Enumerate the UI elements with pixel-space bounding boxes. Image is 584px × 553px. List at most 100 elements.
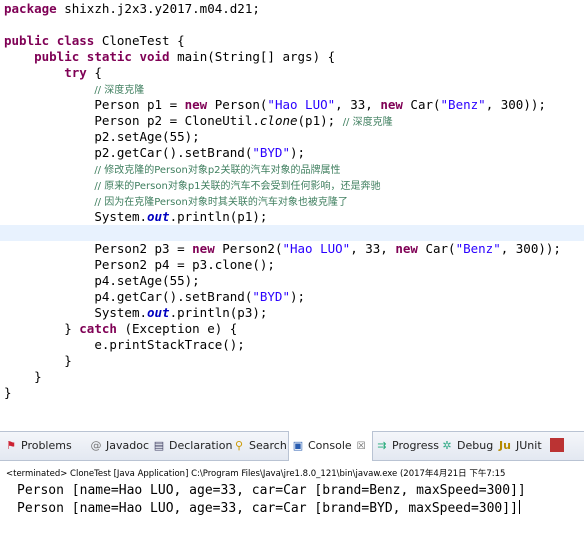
tab-progress[interactable]: ⇉ Progress — [375, 432, 439, 460]
code-line-brace: } — [4, 385, 12, 401]
tab-label: Declaration — [169, 439, 233, 452]
code-line-println-p3: System.out.println(p3); — [4, 305, 267, 321]
code-line-setbrand: p2.getCar().setBrand("BYD"); — [4, 145, 305, 161]
code-line-main-decl: public static void main(String[] args) { — [4, 49, 335, 65]
keyword: catch — [79, 321, 117, 336]
code-text: e.printStackTrace(); — [94, 337, 245, 352]
tab-search[interactable]: ⚲ Search — [232, 432, 287, 460]
code-text: Person( — [207, 97, 268, 112]
keyword: void — [139, 49, 170, 64]
progress-icon: ⇉ — [377, 439, 387, 452]
code-line-comment: // 因为在克隆Person对象时其关联的汽车对象也被克隆了 — [4, 193, 348, 209]
code-line-stacktrace: e.printStackTrace(); — [4, 337, 245, 353]
static-field: out — [147, 209, 170, 224]
code-text: } — [64, 321, 80, 336]
code-line-setage: p4.setAge(55); — [4, 273, 200, 289]
code-text: .println(p1); — [169, 209, 268, 224]
tab-console[interactable]: ▣ Console ☒ — [288, 431, 373, 461]
code-line-setbrand: p4.getCar().setBrand("BYD"); — [4, 289, 305, 305]
keyword: package — [4, 1, 57, 16]
code-line-p4: Person2 p4 = p3.clone(); — [4, 257, 275, 273]
code-comment: // 原来的Person对象p1关联的汽车不会受到任何影响，还是奔驰 — [94, 181, 381, 192]
code-line-comment: // 深度克隆 — [4, 81, 144, 97]
code-comment: // 因为在克隆Person对象时其关联的汽车对象也被克隆了 — [94, 197, 348, 208]
code-comment: // 深度克隆 — [342, 117, 393, 128]
tab-label: Console — [308, 439, 352, 452]
code-text: System. — [94, 305, 147, 320]
console-icon: ▣ — [292, 439, 304, 452]
code-line-brace: } — [4, 353, 72, 369]
overflow-tabs-icon[interactable] — [550, 432, 564, 460]
tab-debug[interactable]: ✲ Debug — [440, 432, 493, 460]
code-text: { — [86, 65, 102, 80]
code-text: , 33, — [335, 97, 381, 112]
code-comment: // 深度克隆 — [94, 85, 145, 96]
tab-label: Progress — [392, 439, 439, 452]
keyword: public — [34, 49, 80, 64]
code-text: Person2 p3 = — [94, 241, 193, 256]
code-text: ); — [290, 145, 306, 160]
code-text: .println(p3); — [169, 305, 268, 320]
code-line-brace: } — [4, 369, 42, 385]
tab-label: Problems — [21, 439, 72, 452]
view-tab-bar: ⚑ Problems @ Javadoc ▤ Declaration ⚲ Search … — [0, 431, 584, 461]
tab-junit[interactable]: Ju JUnit — [497, 432, 542, 460]
string-literal: "Hao LUO" — [282, 241, 351, 256]
tab-label: JUnit — [516, 439, 542, 452]
debug-icon: ✲ — [442, 439, 452, 452]
static-method: clone — [259, 113, 298, 128]
console-output-text: Person [name=Hao LUO, age=33, car=Car [b… — [17, 501, 518, 516]
code-line-comment: // 修改克隆的Person对象p2关联的汽车对象的品牌属性 — [4, 161, 340, 177]
code-text: Person p1 = — [94, 97, 185, 112]
javadoc-icon: @ — [90, 439, 102, 452]
problems-icon: ⚑ — [6, 439, 16, 452]
search-icon: ⚲ — [234, 439, 244, 452]
code-line-comment: // 原来的Person对象p1关联的汽车不会受到任何影响，还是奔驰 — [4, 177, 381, 193]
tab-label: Debug — [457, 439, 494, 452]
keyword: new — [395, 241, 418, 256]
code-text: p4.setAge(55); — [94, 273, 200, 288]
close-icon[interactable]: ☒ — [357, 441, 366, 452]
tab-declaration[interactable]: ▤ Declaration — [152, 432, 233, 460]
declaration-icon: ▤ — [153, 439, 165, 452]
code-text: (p1); — [297, 113, 343, 128]
keyword: new — [380, 97, 403, 112]
code-text: Car( — [417, 241, 456, 256]
tab-javadoc[interactable]: @ Javadoc — [89, 432, 150, 460]
code-editor[interactable]: package shixzh.j2x3.y2017.m04.d21; publi… — [0, 0, 584, 420]
code-text: System. — [94, 209, 147, 224]
keyword: try — [64, 65, 87, 80]
code-text: (Exception e) { — [116, 321, 238, 336]
code-line-catch: } catch (Exception e) { — [4, 321, 237, 337]
code-line-try: try { — [4, 65, 102, 81]
console-output-line: Person [name=Hao LUO, age=33, car=Car [b… — [17, 483, 526, 498]
code-line-p1: Person p1 = new Person("Hao LUO", 33, ne… — [4, 97, 546, 113]
tab-problems[interactable]: ⚑ Problems — [4, 432, 72, 460]
string-literal: "Benz" — [440, 97, 486, 112]
code-text: p2.setAge(55); — [94, 129, 200, 144]
string-literal: "BYD" — [252, 289, 290, 304]
string-literal: "Benz" — [455, 241, 501, 256]
code-text: , 300)); — [500, 241, 561, 256]
keyword: static — [86, 49, 132, 64]
code-text: } — [34, 369, 42, 384]
code-text: p2.getCar().setBrand( — [94, 145, 253, 160]
junit-icon: Ju — [499, 439, 511, 452]
text-cursor — [518, 500, 520, 514]
code-line-p3: Person2 p3 = new Person2("Hao LUO", 33, … — [4, 241, 561, 257]
code-text: } — [64, 353, 72, 368]
keyword: new — [184, 97, 208, 112]
keyword: public — [4, 33, 50, 48]
keyword: new — [192, 241, 215, 256]
keyword: class — [56, 33, 95, 48]
code-text: shixzh.j2x3.y2017.m04.d21; — [56, 1, 260, 16]
tab-label: Javadoc — [106, 439, 149, 452]
code-text: , 300)); — [485, 97, 546, 112]
code-line-package: package shixzh.j2x3.y2017.m04.d21; — [4, 1, 260, 17]
code-text: CloneTest { — [94, 33, 185, 48]
string-literal: "Hao LUO" — [267, 97, 336, 112]
current-line-highlight — [0, 225, 584, 241]
code-text: main(String[] args) { — [169, 49, 336, 64]
code-line-println-p1: System.out.println(p1); — [4, 209, 267, 225]
string-literal: "BYD" — [252, 145, 290, 160]
